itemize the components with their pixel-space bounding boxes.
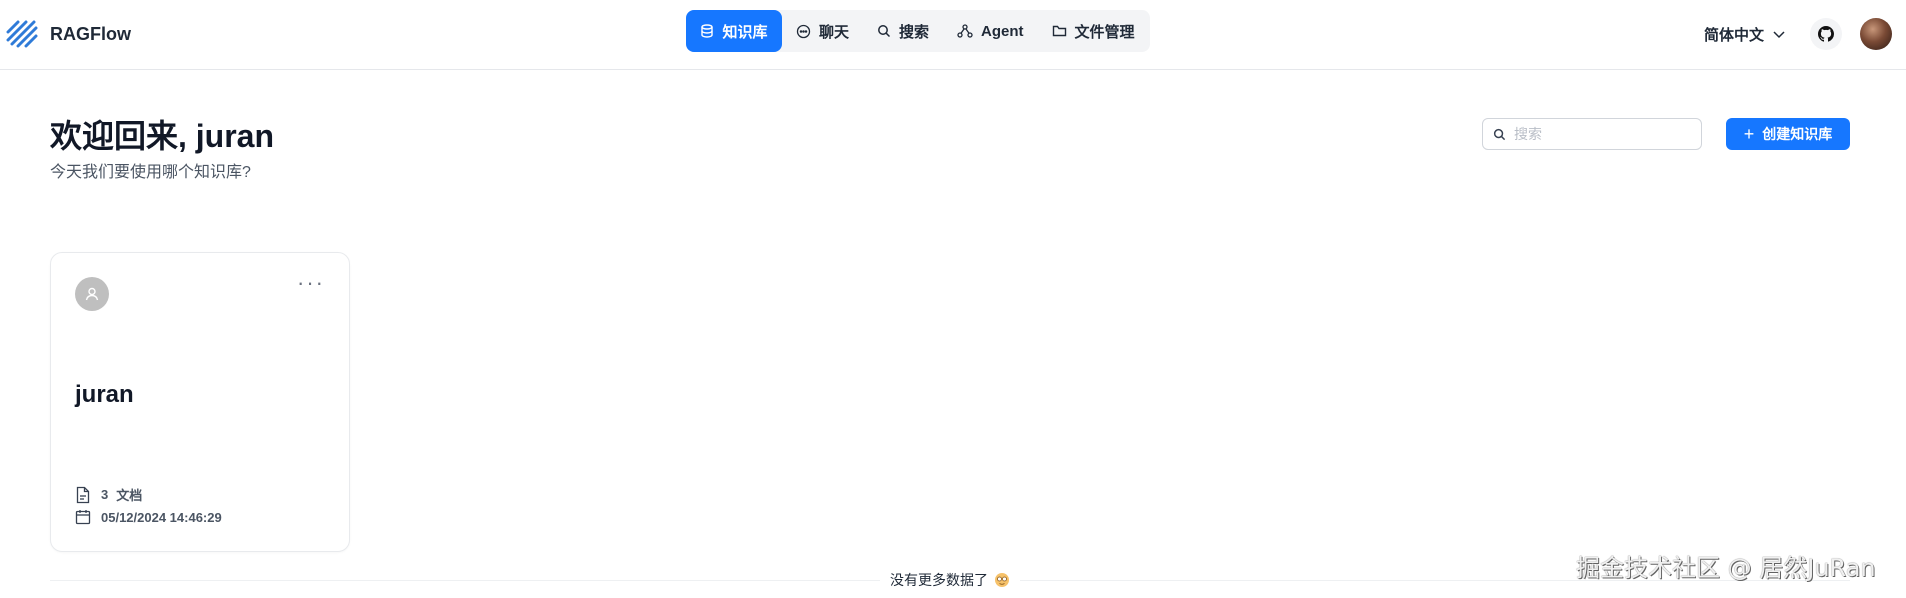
- search-icon: [1493, 128, 1506, 140]
- tab-label: 搜索: [899, 23, 930, 41]
- main-nav: 知识库 聊天 搜索 Agent 文件管理: [686, 10, 1150, 52]
- knowledge-base-card[interactable]: ··· juran 3 文档 05/12/2024 14:46:29: [50, 252, 350, 552]
- user-icon: [85, 287, 99, 301]
- tab-chat[interactable]: 聊天: [782, 10, 863, 52]
- github-button[interactable]: [1810, 18, 1842, 50]
- page-title: 欢迎回来, juran: [50, 118, 275, 154]
- user-avatar[interactable]: [1860, 18, 1892, 50]
- agent-graph-icon: [957, 23, 973, 39]
- doc-count: 3: [101, 487, 109, 502]
- tab-label: 知识库: [722, 23, 768, 41]
- watermark: 掘金技术社区 @ 居然JuRan: [1576, 554, 1876, 582]
- chevron-down-icon: [1772, 27, 1786, 41]
- chat-bubble-icon: [796, 24, 811, 39]
- document-icon: [75, 486, 91, 504]
- emoji-icon: [994, 572, 1010, 588]
- tab-knowledge-base[interactable]: 知识库: [686, 10, 782, 52]
- no-more-text: 没有更多数据了: [890, 572, 988, 588]
- app-logo[interactable]: RAGFlow: [6, 14, 131, 54]
- page-subtitle: 今天我们要使用哪个知识库?: [50, 164, 251, 181]
- kb-updated: 05/12/2024 14:46:29: [75, 509, 222, 525]
- plus-icon: +: [1743, 124, 1755, 144]
- tab-agent[interactable]: Agent: [943, 10, 1038, 52]
- kb-doc-count: 3 文档: [75, 485, 142, 504]
- kb-name: juran: [75, 381, 134, 408]
- tab-label: Agent: [981, 22, 1024, 40]
- search-icon: [877, 24, 891, 38]
- ragflow-logo-icon: [6, 20, 38, 48]
- updated-date: 05/12/2024 14:46:29: [101, 509, 222, 525]
- tab-label: 聊天: [819, 23, 850, 41]
- more-options-icon[interactable]: ···: [297, 271, 325, 295]
- calendar-icon: [75, 509, 91, 525]
- top-header: RAGFlow 知识库 聊天 搜索 Agent 文件管理 简体中文: [0, 0, 1906, 70]
- tab-file-management[interactable]: 文件管理: [1038, 10, 1149, 52]
- header-actions: 简体中文: [1704, 14, 1892, 54]
- github-icon: [1818, 26, 1834, 42]
- folder-icon: [1052, 24, 1067, 38]
- create-button-label: 创建知识库: [1762, 126, 1833, 142]
- kb-avatar: [75, 277, 109, 311]
- doc-label: 文档: [116, 488, 143, 503]
- welcome-section: 欢迎回来, juran 今天我们要使用哪个知识库?: [50, 116, 274, 182]
- create-knowledge-base-button[interactable]: + 创建知识库: [1726, 118, 1850, 150]
- tab-label: 文件管理: [1074, 23, 1135, 41]
- search-box[interactable]: [1482, 118, 1702, 150]
- language-selector[interactable]: 简体中文: [1704, 24, 1786, 45]
- database-icon: [700, 24, 714, 38]
- tab-search[interactable]: 搜索: [863, 10, 943, 52]
- search-input[interactable]: [1512, 125, 1692, 143]
- no-more-data: 没有更多数据了: [880, 570, 1020, 590]
- language-label: 简体中文: [1703, 26, 1764, 44]
- app-name: RAGFlow: [50, 23, 131, 44]
